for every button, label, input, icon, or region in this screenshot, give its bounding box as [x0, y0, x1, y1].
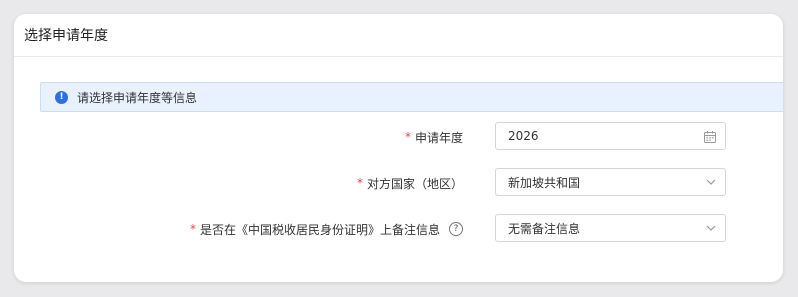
field-value: 无需备注信息 [508, 221, 581, 236]
alert-text: 请选择申请年度等信息 [77, 90, 198, 105]
info-icon: ! [55, 90, 68, 104]
field-label-remark: * 是否在《中国税收居民身份证明》上备注信息 ? [190, 214, 463, 244]
label-text: 申请年度 [414, 130, 463, 145]
field-value: 2026 [508, 129, 539, 143]
form-row-country: * 对方国家（地区） 新加坡共和国 [14, 168, 783, 198]
field-value: 新加坡共和国 [508, 175, 581, 190]
remark-select[interactable]: 无需备注信息 [495, 214, 726, 242]
label-text: 是否在《中国税收居民身份证明》上备注信息 [199, 222, 440, 237]
form-row-remark: * 是否在《中国税收居民身份证明》上备注信息 ? 无需备注信息 [14, 214, 783, 244]
calendar-icon[interactable] [703, 130, 717, 147]
chevron-down-icon[interactable] [705, 176, 717, 191]
chevron-down-icon[interactable] [705, 222, 717, 237]
country-select[interactable]: 新加坡共和国 [495, 168, 726, 196]
field-label-year: * 申请年度 [405, 122, 463, 152]
required-mark: * [356, 176, 363, 190]
dialog-title: 选择申请年度 [24, 28, 108, 44]
question-circle-icon[interactable]: ? [449, 222, 463, 236]
info-alert: ! 请选择申请年度等信息 [40, 82, 783, 112]
dialog: 选择申请年度 ! 请选择申请年度等信息 * 申请年度 2026 * 对方国家（地… [14, 14, 783, 282]
field-label-country: * 对方国家（地区） [357, 168, 463, 198]
label-text: 对方国家（地区） [366, 176, 463, 191]
required-mark: * [404, 130, 411, 144]
dialog-header: 选择申请年度 [14, 14, 783, 57]
required-mark: * [189, 222, 196, 236]
year-date-picker[interactable]: 2026 [495, 122, 726, 150]
form-row-year: * 申请年度 2026 [14, 122, 783, 152]
